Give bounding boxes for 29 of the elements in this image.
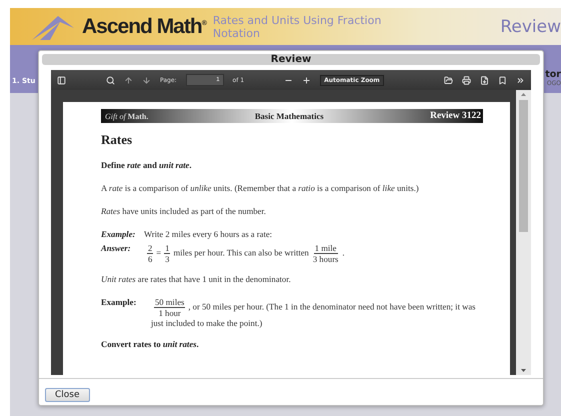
example-label: Example: [101, 297, 138, 308]
paragraph: A rate is a comparison of unlike units. (Remember that a ratio is a comparison of like units.) [101, 183, 420, 194]
sidebar-toggle-icon[interactable] [57, 76, 66, 84]
download-icon[interactable] [480, 76, 489, 84]
document-subject: Basic Mathematics [254, 111, 324, 121]
print-icon[interactable] [462, 76, 471, 84]
zoom-in-icon[interactable] [302, 76, 312, 84]
close-button[interactable]: Close [45, 388, 90, 402]
document-title: Rates [101, 132, 134, 148]
section-heading: Convert rates to unit rates. [101, 339, 200, 350]
example-text: Write 2 miles every 6 hours as a rate: [144, 229, 274, 240]
nav-text: tor [545, 69, 561, 80]
dialog-title: Review [42, 54, 540, 65]
open-file-icon[interactable] [444, 76, 453, 84]
section-title: Review [500, 16, 561, 36]
document-code: Review 3122 [430, 111, 481, 121]
paragraph: Rates have units included as part of the number. [101, 206, 267, 217]
example-label: Example: [101, 229, 136, 240]
chevrons-right-icon[interactable] [516, 76, 525, 84]
arrow-up-icon[interactable] [124, 76, 133, 84]
lesson-title: Rates and Units Using Fraction Notation [212, 14, 382, 40]
search-icon[interactable] [106, 76, 115, 84]
section-heading: Define rate and unit rate. [101, 160, 192, 171]
arrow-down-icon[interactable] [142, 76, 151, 84]
bookmark-icon[interactable] [498, 76, 507, 84]
example-label: Answer: [101, 243, 132, 254]
brand-logo: Ascend Math$^{®}$ [82, 14, 207, 38]
scrollbar[interactable] [516, 90, 531, 375]
paragraph: Unit rates are rates that have 1 unit in the denominator. [101, 274, 292, 285]
